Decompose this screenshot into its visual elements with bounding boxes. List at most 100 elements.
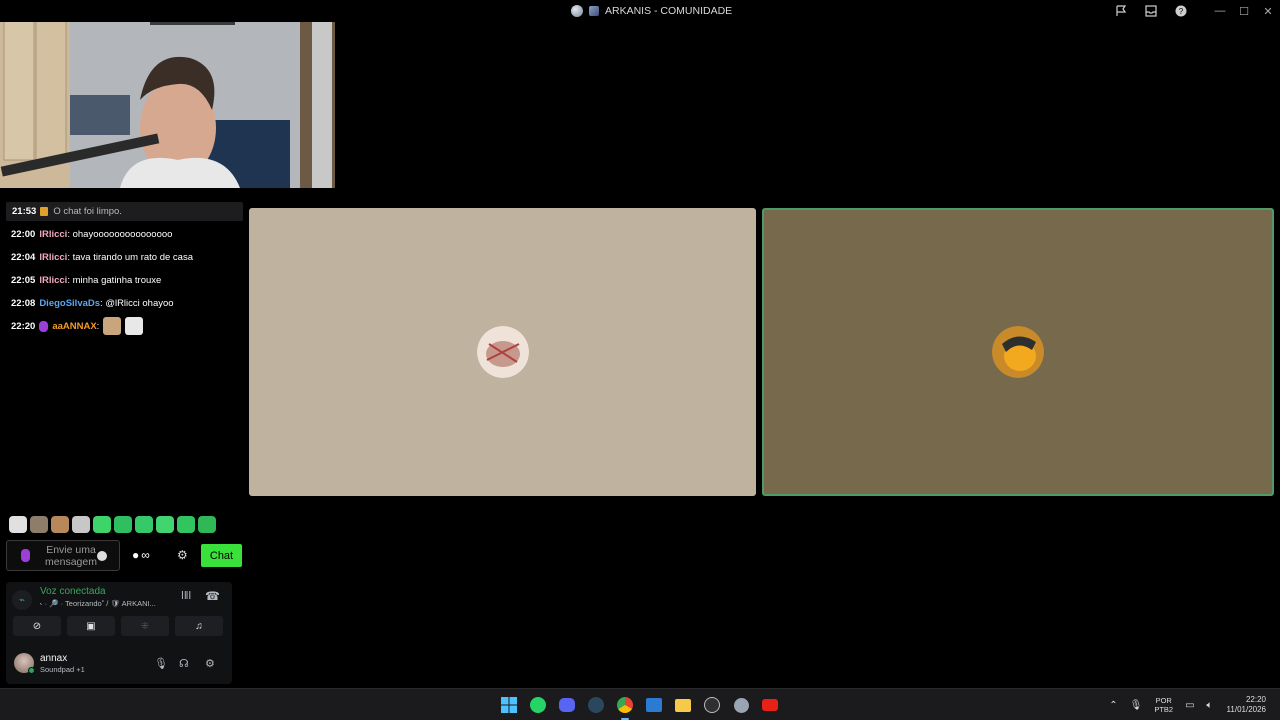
help-icon[interactable]: ?: [1166, 0, 1196, 22]
sticker-emote-icon[interactable]: [125, 317, 144, 335]
message-username[interactable]: aaANNAX: [52, 321, 96, 332]
trash-icon: [40, 207, 49, 216]
signal-icon[interactable]: ⌁: [12, 590, 32, 610]
activities-button[interactable]: ⁜: [121, 616, 169, 636]
channel-points[interactable]: ● ∞: [132, 548, 150, 562]
window-titlebar: ARKANIS - COMUNIDADE ? — ☐ ✕: [0, 0, 1280, 22]
message-text: @lRlicci ohayoo: [105, 297, 174, 309]
language-code: POR: [1155, 696, 1172, 705]
chat-message-input[interactable]: Envie uma mensagem: [6, 540, 120, 571]
flag-icon[interactable]: [1106, 0, 1136, 22]
message-username[interactable]: lRlicci: [39, 275, 67, 286]
chat-cleared-notice: 21:53 O chat foi limpo.: [6, 202, 243, 221]
message-time: 22:04: [11, 251, 36, 263]
headphones-icon[interactable]: ☊: [179, 657, 189, 670]
noise-suppression-icon[interactable]: ǀǁǀ: [181, 590, 191, 602]
chevron-up-icon[interactable]: ⌃: [1109, 700, 1117, 711]
username[interactable]: annax: [40, 653, 67, 664]
system-tray: ⌃ 🎙︎ POR PTB2 ▭ 🔈︎ 22:20 11/01/2026: [1103, 689, 1280, 720]
share-screen-button[interactable]: ▣: [67, 616, 115, 636]
taskbar: ⌃ 🎙︎ POR PTB2 ▭ 🔈︎ 22:20 11/01/2026: [0, 688, 1280, 720]
voice-participant-tile[interactable]: [249, 208, 756, 496]
broom-emote-icon[interactable]: [30, 516, 48, 533]
youtube-icon[interactable]: [758, 693, 782, 717]
file-explorer-icon[interactable]: [671, 693, 695, 717]
chat-message: 22:00 lRlicci: ohayooooooooooooooo: [11, 228, 173, 240]
chat-message: 22:04 lRlicci: tava tirando um rato de c…: [11, 251, 193, 263]
photos-icon[interactable]: [642, 693, 666, 717]
window-title: ARKANIS - COMUNIDADE: [571, 3, 732, 19]
emote-bar: [9, 516, 216, 533]
start-menu-icon[interactable]: [497, 693, 521, 717]
ghost-emote-icon[interactable]: [198, 516, 216, 533]
chat-panel: 21:53 O chat foi limpo. 22:00 lRlicci: o…: [0, 198, 248, 580]
voice-channel[interactable]: ˞ · 🔎 · Teorizando˚ / 🛡 ARKANI...: [40, 599, 156, 608]
mic-icon: [21, 549, 30, 562]
user-settings-icon[interactable]: ⚙: [205, 657, 215, 670]
chat-send-button[interactable]: Chat: [201, 544, 242, 567]
user-activity: Soundpad +1: [40, 665, 85, 674]
voice-participant-tile-speaking[interactable]: [762, 208, 1274, 496]
message-time: 22:20: [11, 320, 36, 332]
message-time: 22:00: [11, 228, 36, 240]
bus-emote-icon[interactable]: [72, 516, 90, 533]
message-username[interactable]: DiegoSilvaDs: [39, 298, 100, 309]
message-text: ohayooooooooooooooo: [72, 228, 173, 240]
soundboard-button[interactable]: ♫: [175, 616, 223, 636]
input-language[interactable]: POR PTB2: [1154, 696, 1173, 714]
ghost-emote-icon[interactable]: [135, 516, 153, 533]
volume-icon[interactable]: 🔈︎: [1207, 700, 1213, 711]
whatsapp-icon[interactable]: [526, 693, 550, 717]
settings-icon[interactable]: [729, 693, 753, 717]
message-text: tava tirando um rato de casa: [72, 251, 193, 263]
message-time: 22:08: [11, 297, 36, 309]
chat-settings-icon[interactable]: ⚙: [177, 548, 188, 562]
message-time: 21:53: [12, 206, 37, 217]
points-icon: ●: [132, 548, 140, 562]
cat-emote-icon[interactable]: [51, 516, 69, 533]
chat-message: 22:20 aaANNAX:: [11, 317, 144, 335]
points-value: ∞: [141, 548, 150, 562]
obs-icon[interactable]: [700, 693, 724, 717]
webcam-image: [0, 0, 335, 188]
chat-input-placeholder: Envie uma mensagem: [41, 544, 101, 568]
cat-emote-icon[interactable]: [103, 317, 122, 335]
window-title-text: ARKANIS - COMUNIDADE: [605, 5, 733, 17]
placeholder-line: Envie uma: [46, 544, 96, 556]
clock-date: 11/01/2026: [1226, 705, 1266, 714]
maximize-button[interactable]: ☐: [1232, 0, 1256, 22]
inbox-icon[interactable]: [1136, 0, 1166, 22]
close-button[interactable]: ✕: [1256, 0, 1280, 22]
disconnect-icon[interactable]: ☎: [205, 589, 220, 603]
message-username[interactable]: lRlicci: [39, 229, 67, 240]
microphone-icon[interactable]: 🎙︎: [154, 657, 168, 670]
ghost-emote-icon[interactable]: [177, 516, 195, 533]
camera-off-button[interactable]: ⊘: [13, 616, 61, 636]
svg-text:?: ?: [1179, 7, 1184, 16]
goose-emote-icon[interactable]: [9, 516, 27, 533]
taskbar-clock[interactable]: 22:20 11/01/2026: [1227, 695, 1266, 715]
minimize-button[interactable]: —: [1208, 0, 1232, 22]
ghost-emote-icon[interactable]: [114, 516, 132, 533]
placeholder-line: mensagem: [45, 556, 97, 568]
message-text: minha gatinha trouxe: [72, 274, 162, 286]
ghost-emote-icon[interactable]: [93, 516, 111, 533]
message-time: 22:05: [11, 274, 36, 286]
participant-avatar: [992, 326, 1044, 378]
message-username[interactable]: lRlicci: [39, 252, 67, 263]
microphone-tray-icon[interactable]: 🎙︎: [1130, 700, 1143, 711]
keyboard-layout: PTB2: [1154, 705, 1174, 714]
display-icon[interactable]: ▭: [1185, 700, 1194, 711]
emoji-picker-icon[interactable]: [97, 551, 107, 561]
steam-icon[interactable]: [584, 693, 608, 717]
participant-avatar: [476, 326, 529, 378]
voice-status[interactable]: Voz conectada: [40, 586, 106, 597]
chat-message: 22:05 lRlicci: minha gatinha trouxe: [11, 274, 162, 286]
taskbar-apps: [497, 693, 782, 720]
ghost-emote-icon[interactable]: [156, 516, 174, 533]
message-text: O chat foi limpo.: [53, 206, 122, 217]
webcam-feed: [0, 0, 335, 188]
discord-icon[interactable]: [555, 693, 579, 717]
chrome-icon[interactable]: [613, 693, 637, 720]
user-panel: annax Soundpad +1 🎙︎ ☊ ⚙: [6, 646, 232, 682]
